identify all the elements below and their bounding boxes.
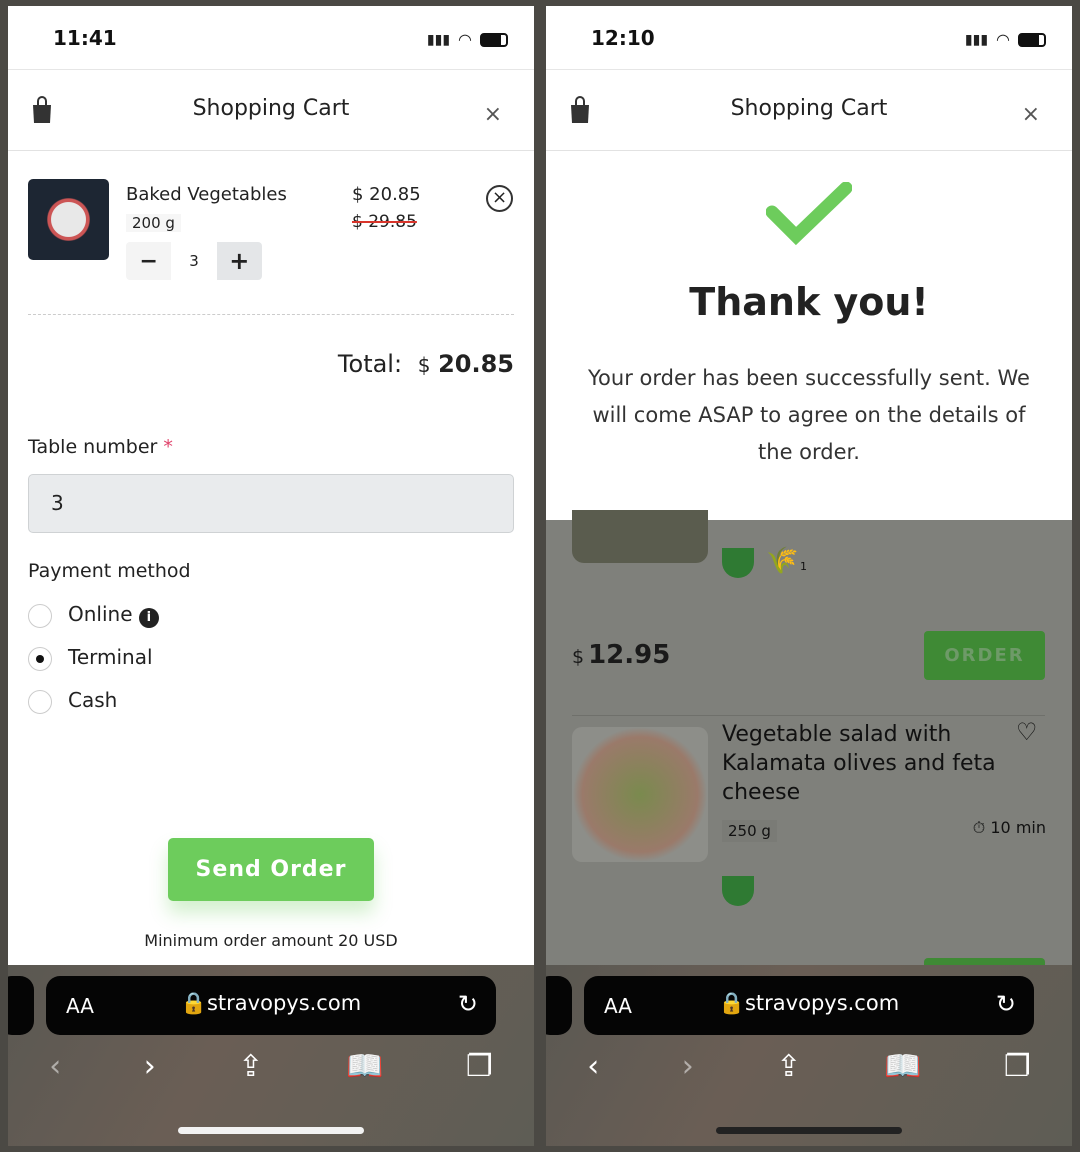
- dish-price: $12.95: [572, 640, 671, 670]
- radio[interactable]: [28, 689, 52, 714]
- cook-time: ⏱ 10 min: [972, 818, 1046, 837]
- payment-option-online[interactable]: Online i: [28, 602, 159, 628]
- total-label: Total:: [337, 350, 403, 378]
- share-icon[interactable]: ⇪: [238, 1049, 263, 1084]
- signal-icon: ▮▮▮: [426, 31, 451, 48]
- share-icon[interactable]: ⇪: [776, 1049, 801, 1084]
- remove-item-icon[interactable]: ×: [486, 185, 513, 212]
- close-icon[interactable]: ×: [484, 102, 502, 127]
- phone-left: 11:41 ▮▮▮ ◠ Shopping Cart × Baked Vegetab…: [8, 6, 534, 1146]
- status-bar: 12:10 ▮▮▮ ◠: [546, 6, 1072, 70]
- back-icon[interactable]: ‹: [49, 1049, 61, 1084]
- favorite-icon[interactable]: ♡: [1016, 718, 1038, 746]
- vegetarian-icon: [722, 876, 754, 906]
- cart-header: Shopping Cart ×: [546, 70, 1072, 151]
- quantity-value: 3: [189, 252, 199, 270]
- cart-header: Shopping Cart ×: [8, 70, 534, 151]
- thank-you-message: Your order has been successfully sent. W…: [588, 366, 1030, 464]
- browser-toolbar: AA 🔒stravopys.com ↻ ‹ › ⇪ 📖 ❐: [8, 965, 534, 1146]
- payment-method-label: Payment method: [28, 560, 191, 582]
- header-title: Shopping Cart: [192, 96, 350, 121]
- divider: [28, 314, 514, 315]
- item-price: $ 20.85: [352, 184, 421, 205]
- browser-toolbar: AA 🔒stravopys.com ↻ ‹ › ⇪ 📖 ❐: [546, 965, 1072, 1146]
- product-image: [28, 179, 109, 260]
- timer-icon: ⏱: [972, 818, 986, 837]
- status-time: 12:10: [591, 26, 655, 50]
- reload-icon[interactable]: ↻: [996, 990, 1016, 1018]
- radio[interactable]: [28, 603, 52, 628]
- url-text: stravopys.com: [744, 991, 900, 1015]
- gluten-count: 1: [800, 560, 807, 573]
- checkmark-icon: [766, 182, 852, 246]
- table-number-label: Table number *: [28, 436, 173, 458]
- send-order-button[interactable]: Send Order: [168, 838, 374, 901]
- total-currency: $: [417, 353, 431, 377]
- wifi-icon: ◠: [996, 30, 1010, 49]
- address-bar[interactable]: AA 🔒stravopys.com ↻: [584, 976, 1034, 1035]
- previous-tab[interactable]: [546, 976, 572, 1035]
- cart-total: Total: $ 20.85: [338, 350, 514, 378]
- home-indicator: [178, 1127, 364, 1134]
- phone-right: 12:10 ▮▮▮ ◠ Shopping Cart × Thank you! Yo…: [546, 6, 1072, 1146]
- back-icon[interactable]: ‹: [587, 1049, 599, 1084]
- header-title: Shopping Cart: [730, 96, 888, 121]
- tabs-icon[interactable]: ❐: [466, 1049, 493, 1084]
- bookmarks-icon[interactable]: 📖: [884, 1049, 921, 1084]
- previous-tab[interactable]: [8, 976, 34, 1035]
- wifi-icon: ◠: [458, 30, 472, 49]
- lock-icon: 🔒: [180, 991, 207, 1015]
- payment-option-cash[interactable]: Cash: [28, 688, 117, 714]
- forward-icon[interactable]: ›: [682, 1049, 694, 1084]
- total-amount: 20.85: [438, 350, 514, 378]
- url-text: stravopys.com: [206, 991, 362, 1015]
- item-weight: 200 g: [126, 214, 181, 232]
- decrease-button[interactable]: −: [126, 242, 172, 280]
- close-icon[interactable]: ×: [1022, 102, 1040, 127]
- divider: [572, 715, 1045, 716]
- home-indicator: [716, 1127, 902, 1134]
- increase-button[interactable]: +: [216, 242, 262, 280]
- quantity-stepper[interactable]: − 3 +: [126, 242, 262, 280]
- item-old-price: $ 29.85: [352, 212, 417, 232]
- battery-icon: [1018, 32, 1046, 47]
- dish-name: Vegetable salad with Kalamata olives and…: [722, 722, 996, 805]
- forward-icon[interactable]: ›: [144, 1049, 156, 1084]
- lock-icon: 🔒: [718, 991, 745, 1015]
- table-number-input[interactable]: 3: [28, 474, 514, 533]
- item-name: Baked Vegetables: [126, 184, 287, 205]
- payment-option-terminal[interactable]: Terminal: [28, 645, 153, 671]
- status-time: 11:41: [53, 26, 117, 50]
- radio[interactable]: [28, 646, 52, 671]
- info-icon[interactable]: i: [138, 608, 159, 628]
- battery-icon: [480, 32, 508, 47]
- dish-image: [572, 510, 708, 563]
- status-bar: 11:41 ▮▮▮ ◠: [8, 6, 534, 70]
- thank-you-title: Thank you!: [689, 280, 929, 324]
- address-bar[interactable]: AA 🔒stravopys.com ↻: [46, 976, 496, 1035]
- gluten-icon: 🌾: [766, 546, 799, 576]
- menu-background: 🌾 1 $12.95 ORDER Vegetable salad with Ka…: [546, 510, 1072, 968]
- signal-icon: ▮▮▮: [964, 31, 989, 48]
- vegetarian-icon: [722, 548, 754, 578]
- dish-image: [572, 727, 708, 862]
- tabs-icon[interactable]: ❐: [1004, 1049, 1031, 1084]
- dish-weight: 250 g: [722, 820, 777, 842]
- order-button[interactable]: ORDER: [924, 631, 1045, 680]
- bookmarks-icon[interactable]: 📖: [346, 1049, 383, 1084]
- reload-icon[interactable]: ↻: [458, 990, 478, 1018]
- minimum-order-note: Minimum order amount 20 USD: [144, 931, 398, 950]
